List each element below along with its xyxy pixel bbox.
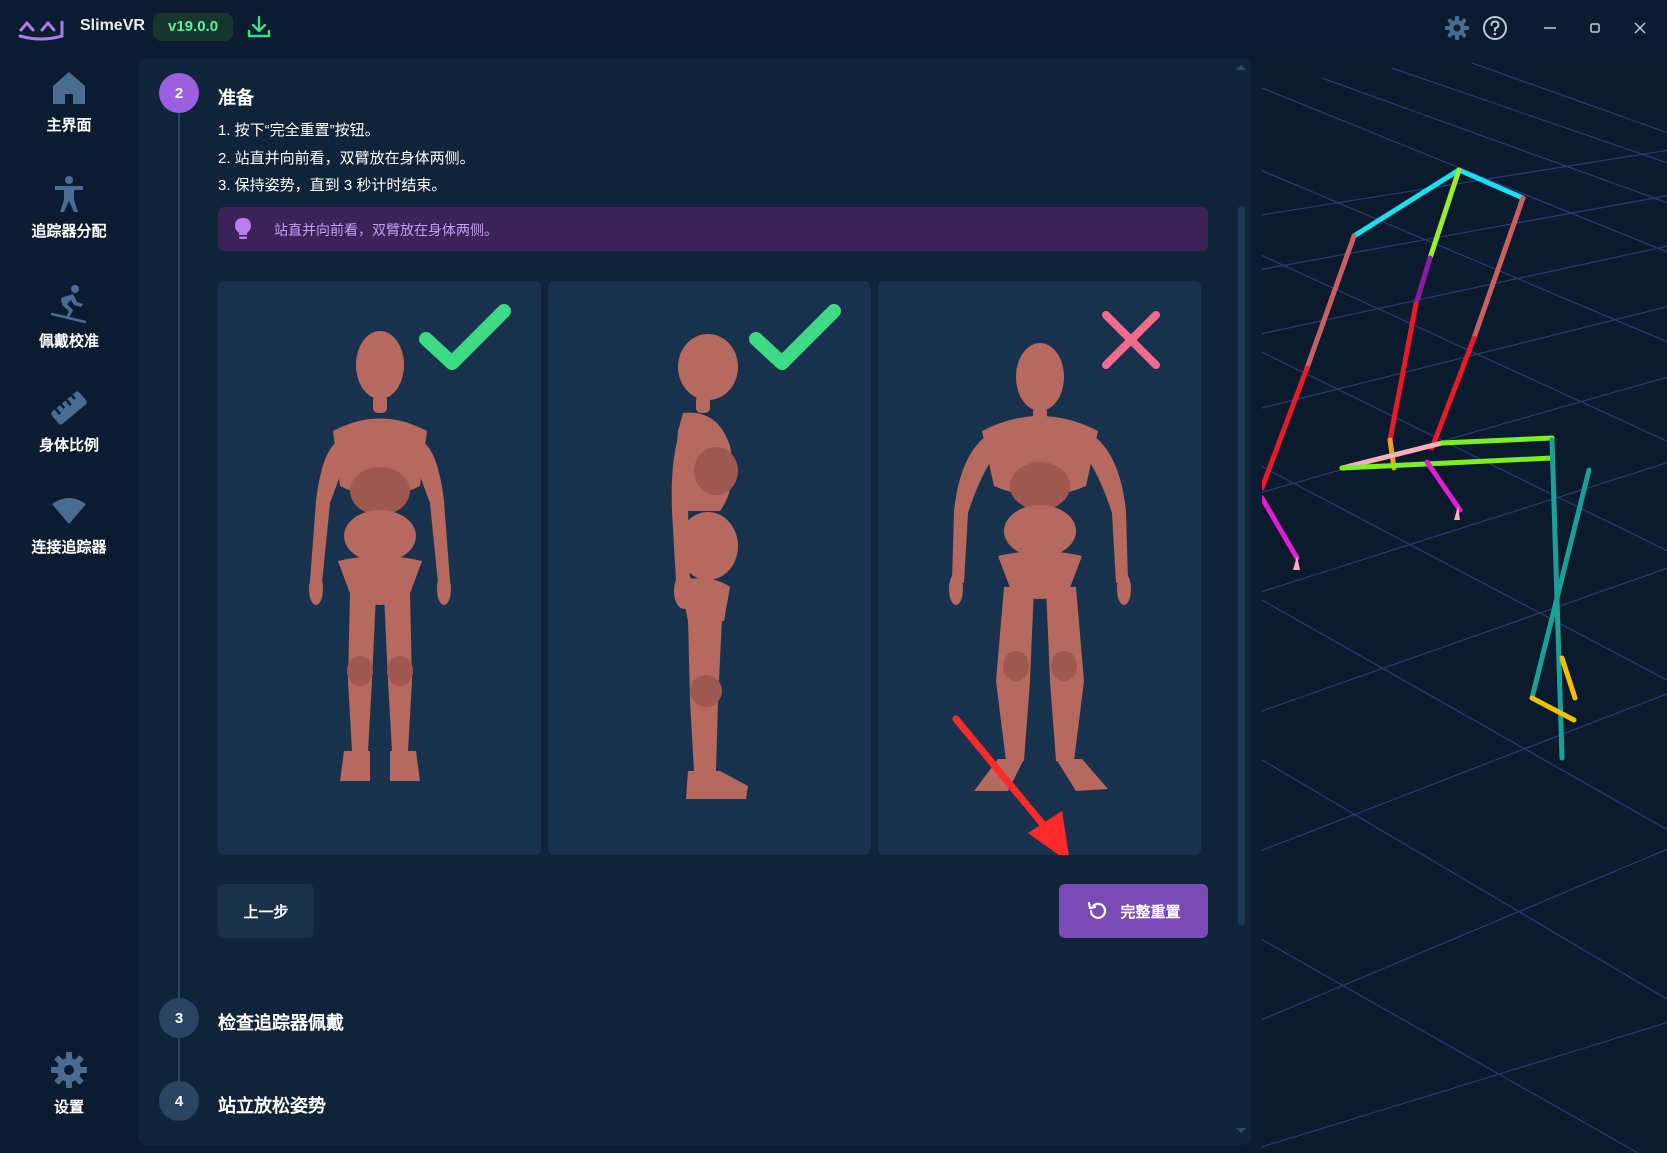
- instruction-line: 3. 保持姿势，直到 3 秒计时结束。: [218, 177, 447, 194]
- skeleton-preview: [1262, 62, 1667, 1153]
- sidebar-item-label: 身体比例: [38, 437, 99, 454]
- app-title: SlimeVR: [80, 17, 145, 34]
- pose-card-front: [218, 281, 541, 855]
- step-number: 3: [159, 998, 199, 1038]
- reset-icon: [1088, 901, 1107, 919]
- step-title: 准备: [218, 88, 254, 108]
- scrollbar[interactable]: [1238, 206, 1245, 926]
- full-reset-label: 完整重置: [1120, 903, 1181, 921]
- download-icon[interactable]: [246, 14, 272, 40]
- step-number-active: 2: [159, 73, 199, 113]
- ruler-icon: [51, 391, 87, 425]
- check-icon: [419, 304, 511, 370]
- title-bar: SlimeVR v19.0.0: [0, 0, 1667, 56]
- person-assign-icon: [55, 176, 83, 212]
- settings-gear-icon[interactable]: [1443, 14, 1471, 42]
- gear-icon: [51, 1052, 87, 1088]
- tip-banner: 站直并向前看，双臂放在身体两侧。: [218, 207, 1208, 251]
- help-icon[interactable]: [1481, 14, 1509, 42]
- pose-card-wrong: [878, 281, 1201, 855]
- skeleton-3d-viewport[interactable]: [1262, 58, 1667, 1153]
- red-arrow-annotation: [952, 715, 1069, 855]
- version-badge[interactable]: v19.0.0: [153, 13, 234, 41]
- minimize-icon[interactable]: [1536, 14, 1564, 42]
- step-title[interactable]: 检查追踪器佩戴: [218, 1009, 344, 1035]
- sidebar-item-connect-trackers[interactable]: 连接追踪器: [0, 490, 138, 557]
- sidebar: 主界面 追踪器分配 佩戴校准 身体比例 连接追踪器 设置: [0, 56, 138, 1153]
- pose-card-side: [548, 281, 871, 855]
- sidebar-item-label: 佩戴校准: [38, 333, 99, 350]
- sidebar-item-mounting[interactable]: 佩戴校准: [0, 284, 138, 351]
- app-window: SlimeVR v19.0.0 主界面 追踪器分配 佩戴校准 身体比例 连接追踪…: [0, 0, 1667, 1153]
- cross-icon: [1102, 311, 1160, 369]
- sidebar-item-home[interactable]: 主界面: [0, 68, 138, 135]
- lightbulb-icon: [235, 218, 251, 239]
- home-icon: [53, 72, 85, 104]
- instruction-line: 2. 站直并向前看，双臂放在身体两侧。: [218, 150, 475, 167]
- back-button[interactable]: 上一步: [218, 884, 314, 938]
- sidebar-item-label: 连接追踪器: [31, 539, 107, 556]
- steps-timeline: [178, 100, 180, 1100]
- full-reset-button[interactable]: 完整重置: [1059, 884, 1208, 938]
- step-number: 4: [159, 1081, 199, 1121]
- maximize-icon[interactable]: [1581, 14, 1609, 42]
- skier-icon: [50, 285, 87, 324]
- sidebar-item-tracker-assign[interactable]: 追踪器分配: [0, 174, 138, 241]
- sidebar-item-label: 主界面: [46, 117, 92, 134]
- sidebar-item-settings[interactable]: 设置: [0, 1050, 138, 1117]
- wifi-icon: [52, 498, 86, 524]
- scroll-down-icon[interactable]: [1234, 1126, 1248, 1136]
- check-icon: [749, 304, 841, 370]
- scroll-up-icon[interactable]: [1234, 62, 1248, 72]
- sidebar-item-label: 设置: [53, 1099, 84, 1116]
- instruction-line: 1. 按下“完全重置”按钮。: [218, 122, 380, 139]
- slimevr-logo: [18, 20, 64, 41]
- close-icon[interactable]: [1626, 14, 1654, 42]
- sidebar-item-label: 追踪器分配: [31, 223, 107, 240]
- step-title[interactable]: 站立放松姿势: [218, 1092, 326, 1118]
- tip-text: 站直并向前看，双臂放在身体两侧。: [274, 222, 498, 238]
- sidebar-item-body-proportions[interactable]: 身体比例: [0, 388, 138, 455]
